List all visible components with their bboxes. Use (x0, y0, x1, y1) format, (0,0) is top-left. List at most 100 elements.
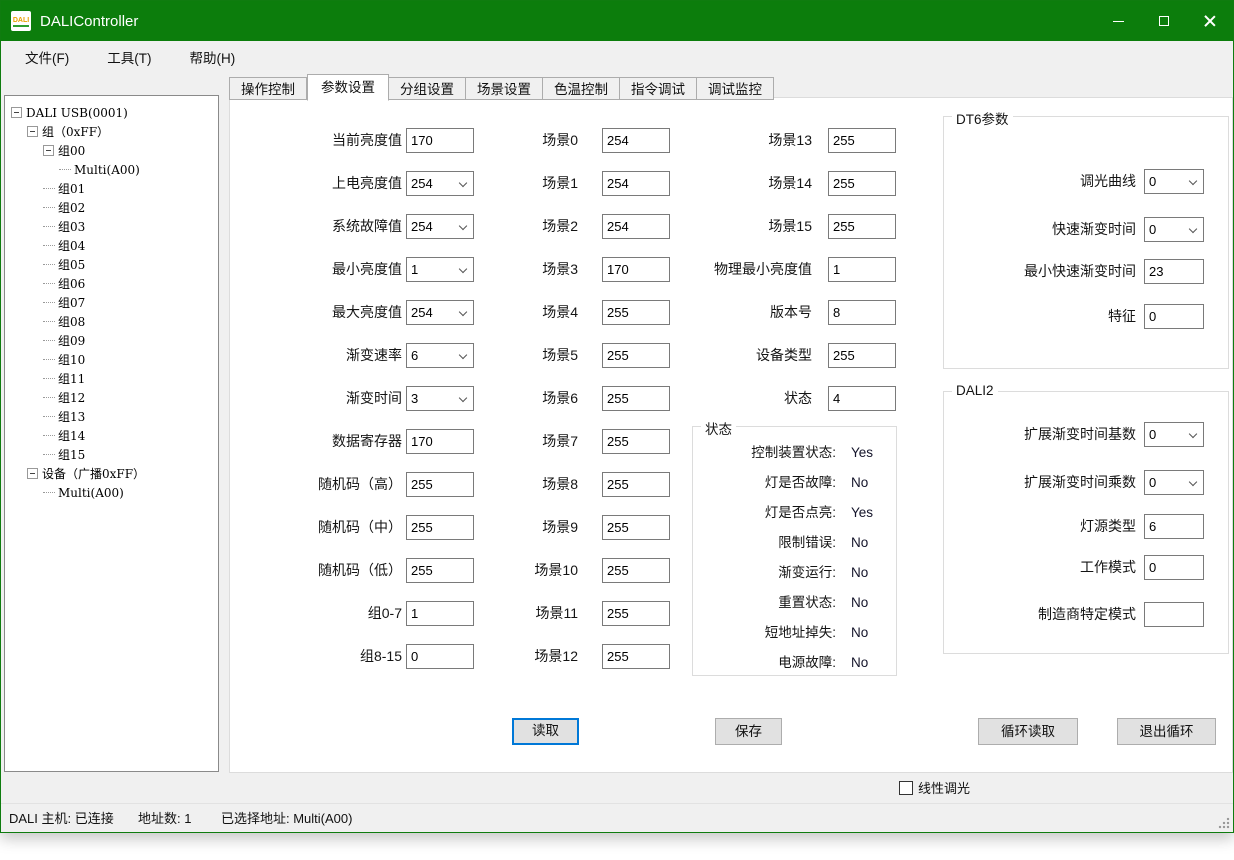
tree-item[interactable]: 组01 (5, 179, 218, 198)
min-level-combo[interactable]: 1 (406, 257, 474, 282)
scene-3-input[interactable] (602, 257, 670, 282)
random-code-low-input[interactable] (406, 558, 474, 583)
combo-value: 0 (1149, 222, 1156, 237)
operating-mode-input[interactable] (1144, 555, 1204, 580)
version-input[interactable] (828, 300, 896, 325)
physical-min-level-input[interactable] (828, 257, 896, 282)
system-failure-level-combo[interactable]: 254 (406, 214, 474, 239)
status-value-input[interactable] (828, 386, 896, 411)
power-on-level-combo[interactable]: 254 (406, 171, 474, 196)
tree-item[interactable]: 组14 (5, 426, 218, 445)
tab-operation-control[interactable]: 操作控制 (229, 77, 307, 100)
scene-11-input[interactable] (602, 601, 670, 626)
scene-13-input[interactable] (828, 128, 896, 153)
tree-item[interactable]: 组04 (5, 236, 218, 255)
current-level-input[interactable] (406, 128, 474, 153)
resize-grip-icon[interactable] (1218, 817, 1230, 829)
tab-grouping-setting[interactable]: 分组设置 (389, 77, 466, 100)
combo-value: 6 (411, 348, 418, 363)
max-level-combo[interactable]: 254 (406, 300, 474, 325)
exit-loop-button[interactable]: 退出循环 (1117, 718, 1216, 745)
features-input[interactable] (1144, 304, 1204, 329)
ext-fade-base-combo[interactable]: 0 (1144, 422, 1204, 447)
manufacturer-mode-input[interactable] (1144, 602, 1204, 627)
scene-5-label: 场景5 (470, 343, 578, 368)
device-type-input[interactable] (828, 343, 896, 368)
tab-debug-monitor[interactable]: 调试监控 (697, 77, 774, 100)
tab-color-temp-control[interactable]: 色温控制 (543, 77, 620, 100)
fade-time-combo[interactable]: 3 (406, 386, 474, 411)
scene-10-input[interactable] (602, 558, 670, 583)
collapse-icon[interactable] (43, 145, 54, 156)
tree-item[interactable]: 组00 (5, 141, 218, 160)
tree-item[interactable]: 组07 (5, 293, 218, 312)
manufacturer-mode-label: 制造商特定模式 (944, 602, 1136, 627)
tree-item[interactable]: 组13 (5, 407, 218, 426)
menu-item-file[interactable]: 文件(F) (13, 42, 81, 72)
tree-item-label: 设备（广播0xFF） (42, 465, 145, 482)
scene-8-input[interactable] (602, 472, 670, 497)
tree-connector (43, 492, 55, 493)
fast-fade-time-label: 快速渐变时间 (944, 217, 1136, 242)
max-level-label: 最大亮度值 (230, 300, 402, 325)
group-0-7-input[interactable] (406, 601, 474, 626)
collapse-icon[interactable] (11, 107, 22, 118)
maximize-button[interactable] (1141, 1, 1187, 41)
scene-6-input[interactable] (602, 386, 670, 411)
group-8-15-input[interactable] (406, 644, 474, 669)
scene-14-input[interactable] (828, 171, 896, 196)
data-register-input[interactable] (406, 429, 474, 454)
ext-fade-mult-combo[interactable]: 0 (1144, 470, 1204, 495)
collapse-icon[interactable] (27, 126, 38, 137)
tree-item[interactable]: 组06 (5, 274, 218, 293)
status-selected-address: 已选择地址: Multi(A00) (221, 804, 352, 833)
scene-0-input[interactable] (602, 128, 670, 153)
save-button[interactable]: 保存 (715, 718, 782, 745)
tree-item[interactable]: DALI USB(0001) (5, 103, 218, 122)
min-fast-fade-time-input[interactable] (1144, 259, 1204, 284)
tree-item[interactable]: 组03 (5, 217, 218, 236)
dimming-curve-combo[interactable]: 0 (1144, 169, 1204, 194)
fast-fade-time-combo[interactable]: 0 (1144, 217, 1204, 242)
tree-item[interactable]: 组05 (5, 255, 218, 274)
scene-9-input[interactable] (602, 515, 670, 540)
status-value: No (851, 623, 868, 643)
light-source-type-input[interactable] (1144, 514, 1204, 539)
tree-item[interactable]: 组08 (5, 312, 218, 331)
scene-1-input[interactable] (602, 171, 670, 196)
menu-item-tools[interactable]: 工具(T) (95, 42, 163, 72)
tab-command-debug[interactable]: 指令调试 (620, 77, 697, 100)
tab-parameter-setting[interactable]: 参数设置 (307, 74, 389, 101)
linear-dimming-checkbox[interactable] (899, 781, 913, 795)
minimize-button[interactable] (1095, 1, 1141, 41)
fade-rate-combo[interactable]: 6 (406, 343, 474, 368)
read-button[interactable]: 读取 (512, 718, 579, 745)
status-group-title: 状态 (701, 418, 736, 438)
tree-item[interactable]: 组（0xFF） (5, 122, 218, 141)
tree-item[interactable]: 组02 (5, 198, 218, 217)
scene-15-input[interactable] (828, 214, 896, 239)
chevron-down-icon (1189, 478, 1197, 486)
scene-7-input[interactable] (602, 429, 670, 454)
random-code-high-input[interactable] (406, 472, 474, 497)
scene-12-input[interactable] (602, 644, 670, 669)
random-code-mid-input[interactable] (406, 515, 474, 540)
tree-item[interactable]: 设备（广播0xFF） (5, 464, 218, 483)
scene-2-input[interactable] (602, 214, 670, 239)
tree-item[interactable]: Multi(A00) (5, 160, 218, 179)
menu-item-help[interactable]: 帮助(H) (178, 42, 248, 72)
loop-read-button[interactable]: 循环读取 (978, 718, 1078, 745)
scene-5-input[interactable] (602, 343, 670, 368)
scene-4-input[interactable] (602, 300, 670, 325)
tree-item[interactable]: 组09 (5, 331, 218, 350)
chevron-down-icon (1189, 225, 1197, 233)
tree-item[interactable]: 组11 (5, 369, 218, 388)
close-button[interactable] (1187, 1, 1233, 41)
tree-item[interactable]: Multi(A00) (5, 483, 218, 502)
collapse-icon[interactable] (27, 468, 38, 479)
maximize-icon (1159, 16, 1169, 26)
tree-item[interactable]: 组12 (5, 388, 218, 407)
tree-item[interactable]: 组10 (5, 350, 218, 369)
tab-scene-setting[interactable]: 场景设置 (466, 77, 543, 100)
tree-item[interactable]: 组15 (5, 445, 218, 464)
